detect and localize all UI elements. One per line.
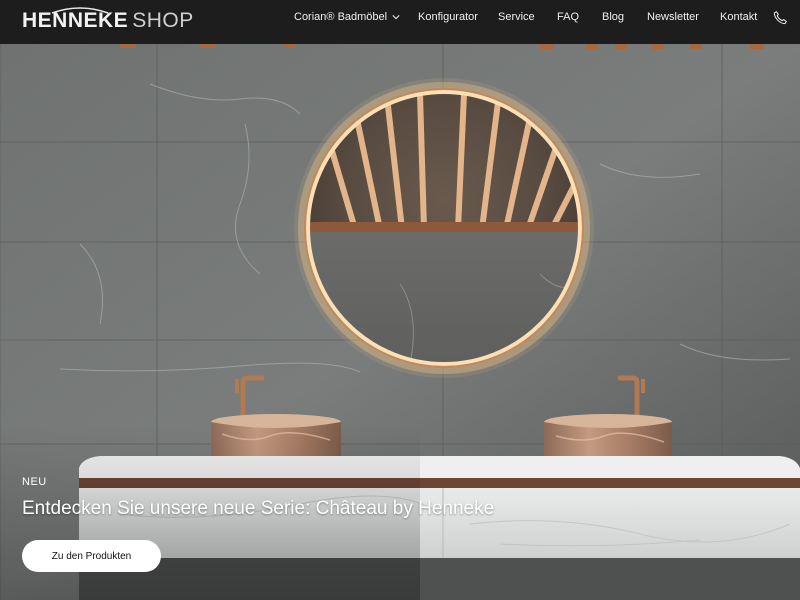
nav-item-label: Konfigurator — [418, 11, 478, 23]
nav-item-kontakt[interactable]: Kontakt — [720, 11, 757, 23]
hero-banner: NEU Entdecken Sie unsere neue Serie: Châ… — [0, 44, 800, 600]
hero-headline: Entdecken Sie unsere neue Serie: Château… — [22, 498, 495, 519]
hero-eyebrow: NEU — [22, 476, 47, 488]
nav-item-label: Corian® Badmöbel — [294, 11, 388, 23]
nav-item-label: Service — [498, 11, 535, 23]
site-header: HENNEKE SHOP Corian® Badmöbel Konfigurat… — [0, 0, 800, 44]
nav-item-corian-badmoebel[interactable]: Corian® Badmöbel — [294, 11, 400, 23]
nav-item-label: Blog — [602, 11, 625, 23]
products-button[interactable]: Zu den Produkten — [22, 540, 161, 572]
nav-item-blog[interactable]: Blog — [602, 11, 624, 23]
logo-arc-icon — [51, 7, 109, 14]
brand-logo[interactable]: HENNEKE SHOP — [22, 7, 194, 33]
nav-item-label: FAQ — [557, 11, 580, 23]
brand-name-light: SHOP — [132, 9, 194, 32]
nav-item-newsletter[interactable]: Newsletter — [647, 11, 699, 23]
nav-item-service[interactable]: Service — [498, 11, 535, 23]
nav-item-konfigurator[interactable]: Konfigurator — [418, 11, 478, 23]
nav-item-faq[interactable]: FAQ — [557, 11, 579, 23]
chevron-down-icon — [392, 15, 400, 20]
phone-icon[interactable] — [772, 10, 788, 26]
nav-item-label: Newsletter — [647, 11, 699, 23]
nav-item-label: Kontakt — [720, 11, 758, 23]
